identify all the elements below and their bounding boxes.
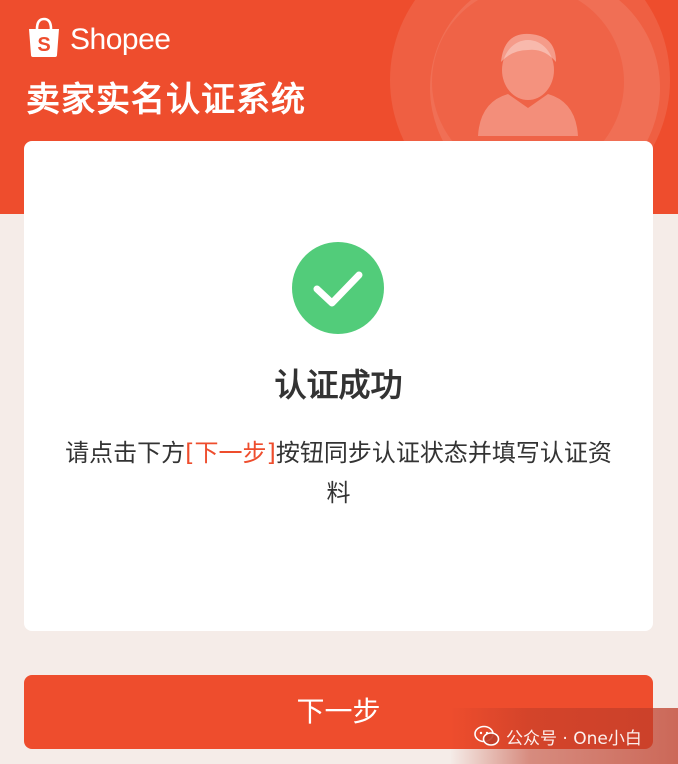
check-circle-icon	[292, 242, 384, 334]
shopee-bag-icon: S	[29, 17, 59, 57]
wechat-icon	[474, 725, 500, 746]
result-title: 认证成功	[274, 366, 403, 404]
watermark: 公众号 · One小白	[450, 708, 678, 764]
page-title: 卖家实名认证系统	[26, 80, 306, 120]
watermark-text: 公众号 · One小白	[506, 728, 642, 749]
instruction-suffix: 按钮同步认证状态并填写认证资料	[275, 439, 612, 507]
instruction-highlight: [下一步]	[185, 439, 276, 467]
brand: S Shopee	[26, 14, 171, 60]
instruction-text: 请点击下方[下一步]按钮同步认证状态并填写认证资料	[64, 433, 613, 513]
logo-letter: S	[37, 34, 50, 56]
brand-name: Shopee	[70, 23, 171, 56]
instruction-prefix: 请点击下方	[65, 439, 186, 467]
result-card: 认证成功 请点击下方[下一步]按钮同步认证状态并填写认证资料	[24, 141, 653, 631]
